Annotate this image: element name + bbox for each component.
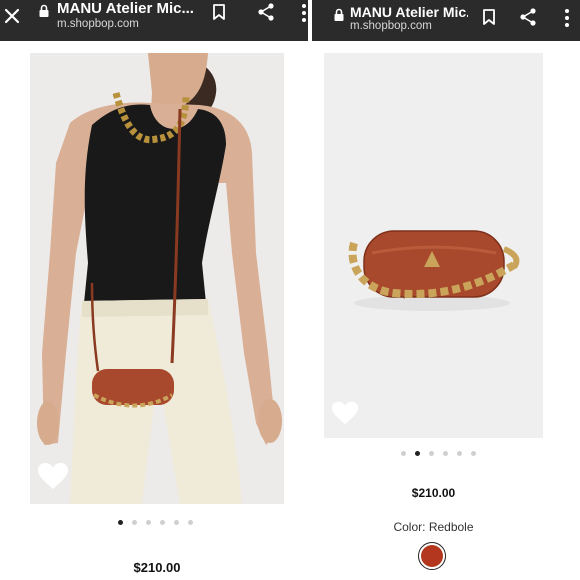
lock-icon xyxy=(39,4,49,17)
product-price: $210.00 xyxy=(133,560,181,575)
wishlist-heart-icon[interactable] xyxy=(330,400,360,426)
right-browser-pane: MANU Atelier Mic... m.shopbop.com $210.0… xyxy=(312,0,580,580)
carousel-dot[interactable] xyxy=(401,451,406,456)
color-swatch-redbole xyxy=(421,545,443,567)
carousel-dot[interactable] xyxy=(146,520,151,525)
close-icon[interactable] xyxy=(4,8,20,24)
color-swatch-selected[interactable] xyxy=(418,542,446,570)
product-price: $210.00 xyxy=(411,486,456,500)
share-icon[interactable] xyxy=(518,7,538,27)
share-icon[interactable] xyxy=(256,2,276,22)
page-url: m.shopbop.com xyxy=(350,20,432,32)
product-photo-bag[interactable] xyxy=(324,53,543,438)
carousel-dot[interactable] xyxy=(174,520,179,525)
carousel-dot[interactable] xyxy=(415,451,420,456)
carousel-indicator[interactable] xyxy=(401,451,476,456)
browser-toolbar: MANU Atelier Mic... m.shopbop.com xyxy=(312,0,580,41)
carousel-dot[interactable] xyxy=(188,520,193,525)
bookmark-icon[interactable] xyxy=(211,3,227,21)
carousel-dot[interactable] xyxy=(118,520,123,525)
carousel-dot[interactable] xyxy=(457,451,462,456)
bookmark-icon[interactable] xyxy=(481,8,497,26)
carousel-dot[interactable] xyxy=(471,451,476,456)
wishlist-heart-icon[interactable] xyxy=(36,461,70,491)
bag-product-image xyxy=(324,53,543,438)
model-wearing-bag-image xyxy=(30,53,284,504)
browser-toolbar: MANU Atelier Mic... m.shopbop.com xyxy=(0,0,308,41)
page-title: MANU Atelier Mic... xyxy=(57,0,194,17)
product-photo-model[interactable] xyxy=(30,53,284,504)
carousel-indicator[interactable] xyxy=(118,520,193,525)
lock-icon xyxy=(334,8,344,21)
page-title: MANU Atelier Mic... xyxy=(350,4,468,20)
carousel-dot[interactable] xyxy=(160,520,165,525)
carousel-dot[interactable] xyxy=(132,520,137,525)
left-browser-pane: MANU Atelier Mic... m.shopbop.com $210.0… xyxy=(0,0,308,580)
color-label: Color: Redbole xyxy=(393,520,474,534)
page-url: m.shopbop.com xyxy=(57,18,139,30)
carousel-dot[interactable] xyxy=(443,451,448,456)
carousel-dot[interactable] xyxy=(429,451,434,456)
more-icon[interactable] xyxy=(300,2,308,24)
more-icon[interactable] xyxy=(563,7,571,29)
